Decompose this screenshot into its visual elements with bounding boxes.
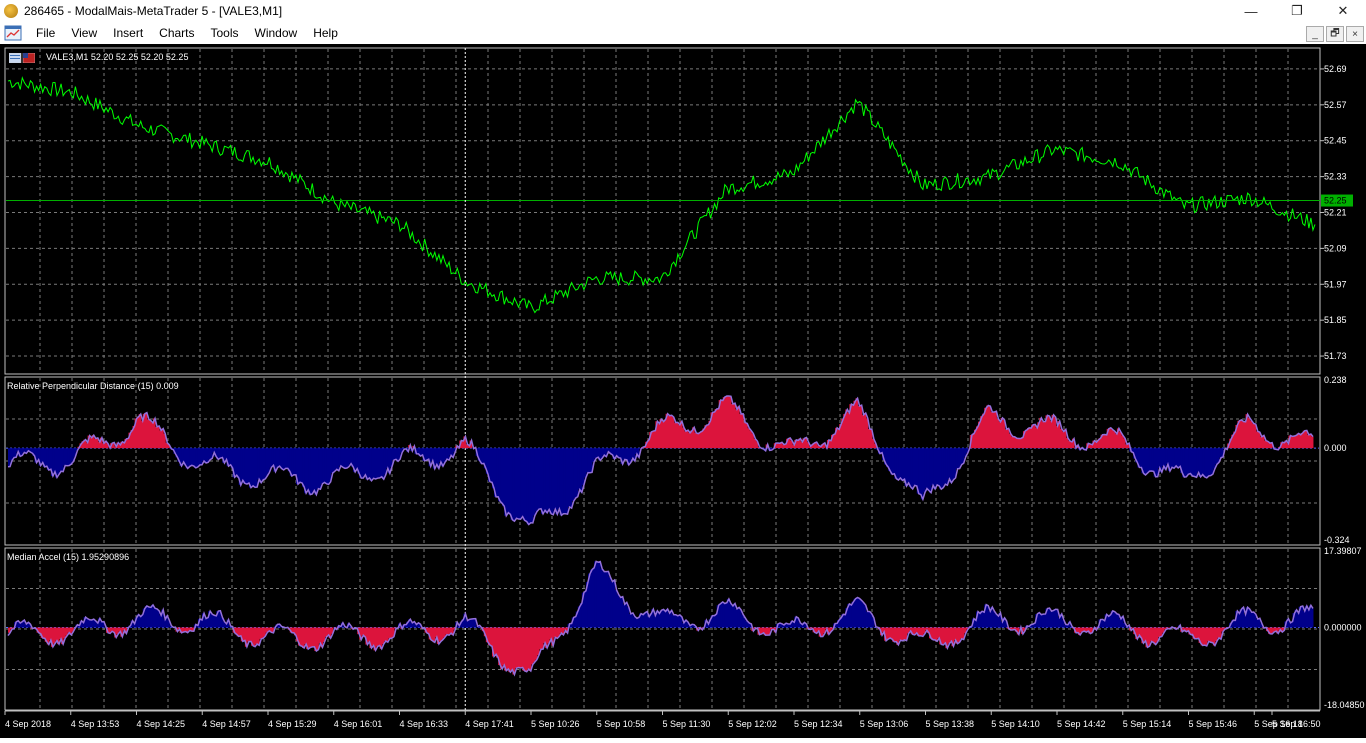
time-tick-label: 4 Sep 13:53 xyxy=(71,719,120,729)
price-tick-label: 52.69 xyxy=(1324,64,1347,74)
indicator1-histogram-bar xyxy=(1311,437,1314,449)
time-tick-label: 5 Sep 16:50 xyxy=(1272,719,1321,729)
menu-file[interactable]: File xyxy=(28,22,63,44)
price-tick-label: 52.45 xyxy=(1324,136,1347,146)
menu-help[interactable]: Help xyxy=(305,22,346,44)
time-tick-label: 5 Sep 10:26 xyxy=(531,719,580,729)
indicator1-tick-label: 0.000 xyxy=(1324,443,1347,453)
restore-button[interactable]: ❐ xyxy=(1274,0,1320,22)
mdi-restore-button[interactable]: 🗗 xyxy=(1326,26,1344,42)
chart-area[interactable]: 52.69 52.57 52.45 52.33 52.21 52.09 51.97 51.85… xyxy=(0,44,1366,738)
price-tick-label: 51.85 xyxy=(1324,315,1347,325)
time-tick-label: 4 Sep 14:25 xyxy=(137,719,186,729)
main-chart-label: VALE3,M1 52.20 52.25 52.20 52.25 xyxy=(46,52,188,62)
menu-insert[interactable]: Insert xyxy=(105,22,151,44)
close-button[interactable]: ✕ xyxy=(1320,0,1366,22)
menu-bar: File View Insert Charts Tools Window Hel… xyxy=(0,22,1366,44)
time-tick-label: 4 Sep 14:57 xyxy=(202,719,251,729)
time-tick-label: 5 Sep 13:38 xyxy=(926,719,975,729)
time-tick-label: 5 Sep 12:34 xyxy=(794,719,843,729)
symbol-icon xyxy=(9,53,35,63)
time-tick-label: 5 Sep 12:02 xyxy=(728,719,777,729)
current-price-label: 52.25 xyxy=(1324,196,1347,206)
time-tick-label: 5 Sep 13:06 xyxy=(860,719,909,729)
time-tick-label: 4 Sep 2018 xyxy=(5,719,51,729)
time-tick-label: 4 Sep 17:41 xyxy=(465,719,514,729)
window-controls: — ❐ ✕ xyxy=(1228,0,1366,22)
indicator2-tick-label: 17.39807 xyxy=(1324,546,1362,556)
menu-charts[interactable]: Charts xyxy=(151,22,202,44)
time-tick-label: 5 Sep 14:10 xyxy=(991,719,1040,729)
price-tick-label: 51.97 xyxy=(1324,279,1347,289)
price-tick-label: 52.57 xyxy=(1324,100,1347,110)
time-tick-label: 5 Sep 15:46 xyxy=(1189,719,1238,729)
metatrader-app-icon xyxy=(4,4,18,18)
price-line xyxy=(8,78,1315,313)
price-tick-label: 52.09 xyxy=(1324,243,1347,253)
mdi-close-button[interactable]: × xyxy=(1346,26,1364,42)
indicator2-tick-label: -18.04850 xyxy=(1324,700,1365,710)
title-bar: 286465 - ModalMais-MetaTrader 5 - [VALE3… xyxy=(0,0,1366,22)
minimize-button[interactable]: — xyxy=(1228,0,1274,22)
price-tick-label: 51.73 xyxy=(1324,351,1347,361)
time-tick-label: 5 Sep 15:14 xyxy=(1123,719,1172,729)
indicator2-label: Median Accel (15) 1.95290896 xyxy=(7,552,129,562)
indicator2-histogram-bar xyxy=(1311,608,1314,627)
menu-view[interactable]: View xyxy=(63,22,105,44)
time-tick-label: 4 Sep 15:29 xyxy=(268,719,317,729)
time-tick-label: 5 Sep 11:30 xyxy=(663,719,711,729)
mdi-controls: _ 🗗 × xyxy=(1306,26,1364,42)
price-tick-label: 52.33 xyxy=(1324,172,1347,182)
price-tick-label: 52.21 xyxy=(1324,207,1347,217)
menu-tools[interactable]: Tools xyxy=(203,22,247,44)
time-tick-label: 4 Sep 16:33 xyxy=(400,719,449,729)
time-tick-label: 5 Sep 10:58 xyxy=(597,719,646,729)
indicator1-line xyxy=(8,396,1313,524)
mdi-minimize-button[interactable]: _ xyxy=(1306,26,1324,42)
chart-canvas[interactable]: 52.69 52.57 52.45 52.33 52.21 52.09 51.97 51.85… xyxy=(0,44,1366,738)
indicator1-label: Relative Perpendicular Distance (15) 0.0… xyxy=(7,381,179,391)
main-chart-frame xyxy=(5,48,1320,374)
indicator1-tick-label: -0.324 xyxy=(1324,535,1350,545)
time-tick-label: 5 Sep 14:42 xyxy=(1057,719,1106,729)
indicator1-tick-label: 0.238 xyxy=(1324,375,1347,385)
indicator2-tick-label: 0.000000 xyxy=(1324,623,1362,633)
time-tick-label: 4 Sep 16:01 xyxy=(334,719,383,729)
window-title: 286465 - ModalMais-MetaTrader 5 - [VALE3… xyxy=(24,4,282,18)
chart-window-icon[interactable] xyxy=(4,25,22,41)
menu-window[interactable]: Window xyxy=(247,22,306,44)
